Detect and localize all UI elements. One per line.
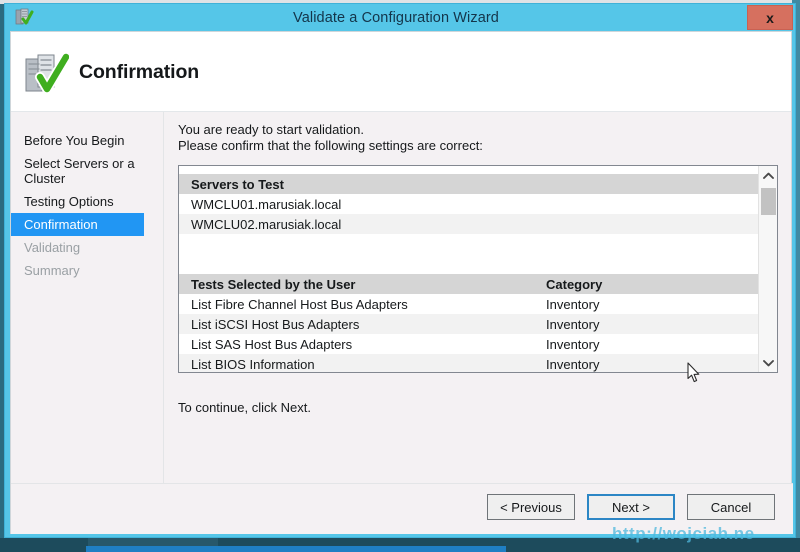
- previous-button[interactable]: < Previous: [487, 494, 575, 520]
- servers-header-label: Servers to Test: [191, 176, 284, 192]
- dialog-footer: < Previous Next > Cancel: [11, 484, 793, 534]
- listbox-content: Servers to Test WMCLU01.marusiak.local W…: [179, 166, 759, 372]
- chevron-down-icon[interactable]: [759, 353, 777, 372]
- button-bar: < Previous Next > Cancel: [487, 494, 775, 520]
- close-button[interactable]: x: [747, 5, 793, 30]
- sidebar-item-validating: Validating: [24, 240, 81, 255]
- server-name: WMCLU01.marusiak.local: [191, 196, 342, 212]
- cluster-validate-icon: [15, 8, 34, 27]
- test-name: List Fibre Channel Host Bus Adapters: [191, 296, 408, 312]
- intro-line-2: Please confirm that the following settin…: [178, 138, 483, 153]
- main-panel: You are ready to start validation. Pleas…: [171, 112, 793, 483]
- wizard-steps-sidebar: Before You Begin Select Servers or a Clu…: [11, 112, 158, 483]
- desktop-background: Validate a Configuration Wizard x Confir…: [0, 0, 800, 552]
- sidebar-item-summary: Summary: [24, 263, 80, 278]
- chevron-up-icon[interactable]: [759, 166, 777, 185]
- close-icon: x: [766, 9, 774, 26]
- test-name: List iSCSI Host Bus Adapters: [191, 316, 360, 332]
- intro-line-1: You are ready to start validation.: [178, 122, 364, 137]
- tests-section-header: Tests Selected by the User Category: [179, 274, 759, 294]
- test-name: List BIOS Information: [191, 356, 315, 372]
- server-name: WMCLU02.marusiak.local: [191, 216, 342, 232]
- test-category: Inventory: [546, 356, 600, 372]
- table-row: WMCLU01.marusiak.local: [179, 194, 759, 214]
- table-row: List SAS Host Bus Adapters Inventory: [179, 334, 759, 354]
- title-bar: Validate a Configuration Wizard x: [5, 4, 795, 31]
- settings-listbox[interactable]: Servers to Test WMCLU01.marusiak.local W…: [178, 165, 778, 373]
- cluster-checkmark-icon: [23, 51, 71, 97]
- page-header: Confirmation: [11, 32, 791, 112]
- table-row: WMCLU02.marusiak.local: [179, 214, 759, 234]
- continue-instruction: To continue, click Next.: [178, 400, 311, 415]
- sidebar-item-testing-options[interactable]: Testing Options: [11, 190, 144, 213]
- next-button[interactable]: Next >: [587, 494, 675, 520]
- page-title: Confirmation: [79, 61, 200, 83]
- table-row: List Fibre Channel Host Bus Adapters Inv…: [179, 294, 759, 314]
- taskbar-ghost: [88, 538, 218, 546]
- window-title: Validate a Configuration Wizard: [293, 9, 499, 26]
- test-category: Inventory: [546, 316, 600, 332]
- sidebar-item-confirmation[interactable]: Confirmation: [11, 213, 144, 236]
- table-row: List BIOS Information Inventory: [179, 354, 759, 372]
- wizard-window: Validate a Configuration Wizard x Confir…: [4, 3, 796, 538]
- test-name: List SAS Host Bus Adapters: [191, 336, 353, 352]
- cancel-button[interactable]: Cancel: [687, 494, 775, 520]
- taskbar-active-item: [86, 546, 506, 552]
- servers-section-header: Servers to Test: [179, 174, 759, 194]
- scrollbar-thumb[interactable]: [761, 188, 776, 215]
- sidebar-item-select-servers[interactable]: Select Servers or a Cluster: [11, 152, 144, 190]
- test-category: Inventory: [546, 296, 600, 312]
- table-row: List iSCSI Host Bus Adapters Inventory: [179, 314, 759, 334]
- sidebar-item-before-you-begin[interactable]: Before You Begin: [11, 129, 144, 152]
- listbox-scrollbar[interactable]: [758, 166, 777, 372]
- tests-header-category-label: Category: [546, 276, 603, 292]
- test-category: Inventory: [546, 336, 600, 352]
- dialog-body: Confirmation Before You Begin Select Ser…: [10, 31, 793, 534]
- tests-header-name-label: Tests Selected by the User: [191, 276, 356, 292]
- content-region: Before You Begin Select Servers or a Clu…: [11, 112, 793, 534]
- sidebar-divider: [163, 112, 164, 483]
